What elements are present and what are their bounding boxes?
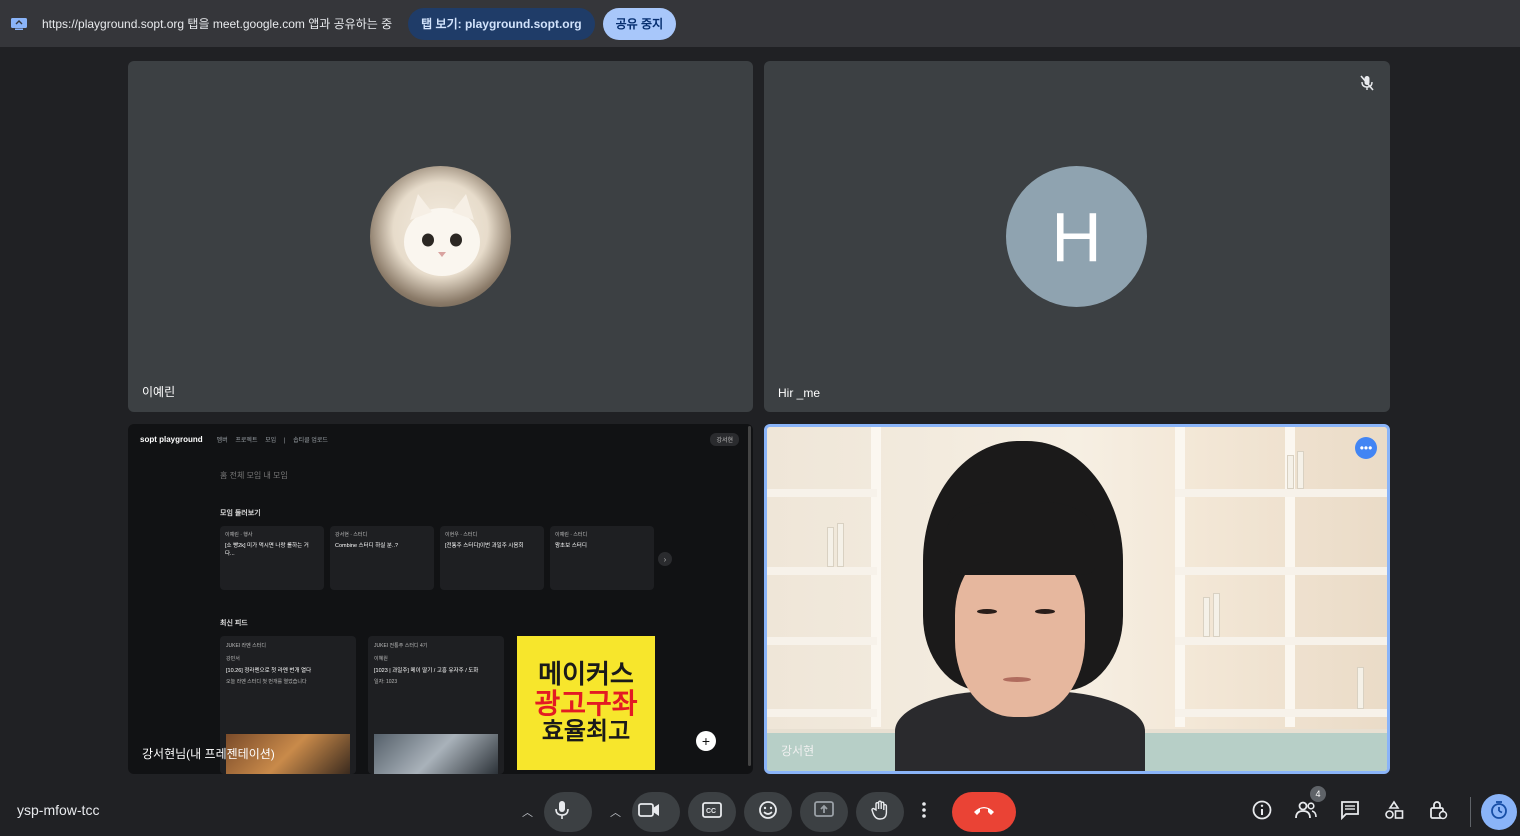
nav-item: 모임 [265, 437, 277, 444]
more-options-button[interactable] [912, 792, 936, 832]
more-dots-icon[interactable]: ••• [1355, 437, 1377, 459]
present-icon [814, 800, 834, 824]
meeting-card: 강서현 · 스터디 Combine 스터디 하실 분..? [330, 526, 434, 590]
chevron-right-icon: › [658, 552, 672, 566]
participant-name: 강서현님(내 프레젠테이션) [142, 747, 275, 761]
mic-icon[interactable] [554, 800, 570, 825]
screen-share-tile[interactable]: sopt playground 멤버 프로젝트 모임 | 솝티클 업로드 강서현… [128, 424, 753, 774]
participant-tile[interactable]: 이예린 [128, 61, 753, 412]
avatar [370, 166, 511, 307]
ad-line: 광고구좌 [534, 687, 638, 721]
timer-icon [1489, 800, 1509, 825]
card-meta: 이예린 · 스터디 [555, 532, 588, 538]
feed-text: 오늘 라멘 스터디 첫 번개를 열었습니다 [226, 679, 307, 685]
chat-button[interactable] [1328, 792, 1372, 832]
screen-share-icon [10, 17, 28, 31]
section-title: 모임 둘러보기 [220, 510, 261, 517]
ad-banner: 메이커스 광고구좌 효율최고 [517, 636, 655, 770]
chevron-up-icon[interactable]: ︿ [610, 804, 621, 820]
card-meta: 강서현 · 스터디 [335, 532, 368, 538]
stop-sharing-button[interactable]: 공유 중지 [602, 7, 677, 40]
card-title: [전통주 스터디]이번 과일주 시음회 [445, 543, 524, 549]
raise-hand-icon [871, 800, 889, 825]
camera-icon[interactable] [638, 802, 660, 823]
participant-count-badge: 4 [1310, 786, 1326, 802]
people-button[interactable]: 4 [1284, 786, 1328, 832]
meeting-card: 이예린 · 행사 [소 빵2k] 미가 먹시면 나랑 롤하는 거 다... [220, 526, 324, 590]
view-tab-button[interactable]: 탭 보기: playground.sopt.org [408, 7, 595, 40]
shared-page-logo: sopt playground [140, 434, 203, 444]
section-title: 최신 피드 [220, 620, 248, 627]
card-meta: 이현우 · 스터디 [445, 532, 478, 538]
activities-icon [1384, 800, 1404, 825]
tab-sharing-bar: https://playground.sopt.org 탭을 meet.goog… [0, 0, 1520, 47]
info-icon [1252, 800, 1272, 825]
present-button[interactable] [800, 792, 848, 832]
feed-image [374, 734, 498, 774]
mic-off-icon [1358, 74, 1376, 92]
scrollbar [748, 426, 751, 766]
feed-card: JUKEI 전통주 스터디 4기 이혜원 [1023 | 과일주] 메이 딸기 … [368, 636, 504, 774]
sharing-status-text: https://playground.sopt.org 탭을 meet.goog… [42, 17, 393, 31]
chevron-up-icon[interactable]: ︿ [522, 804, 533, 820]
shared-page-tabs: 홈 전체 모임 내 모임 [220, 471, 288, 480]
meeting-cards: 이예린 · 행사 [소 빵2k] 미가 먹시면 나랑 롤하는 거 다... 강서현… [220, 526, 654, 590]
participant-tile[interactable]: ••• 강서현 [764, 424, 1390, 774]
avatar: H [1006, 166, 1147, 307]
plus-icon: + [696, 731, 716, 751]
meeting-tools: 4 [1240, 786, 1517, 834]
meeting-code: ysp-mfow-tcc [17, 802, 100, 818]
meeting-details-button[interactable] [1240, 792, 1284, 832]
more-options-icon [922, 801, 926, 823]
nav-item: 프로젝트 [235, 437, 258, 444]
feed-user: 이혜원 [374, 656, 388, 662]
shared-page-nav: 멤버 프로젝트 모임 | 솝티클 업로드 [217, 435, 334, 444]
card-title: Combine 스터디 하실 분..? [335, 543, 399, 549]
nav-item: 솝티클 업로드 [293, 437, 328, 444]
participant-name: Hir _me [778, 386, 821, 400]
emoji-icon [758, 800, 778, 825]
chat-icon [1340, 800, 1360, 825]
camera-control[interactable]: ︿ [600, 792, 680, 832]
mic-control[interactable]: ︿ [512, 792, 592, 832]
participant-video [885, 441, 1145, 771]
meeting-card: 이현우 · 스터디 [전통주 스터디]이번 과일주 시음회 [440, 526, 544, 590]
feed-text: 일자: 1023 [374, 679, 398, 685]
host-controls-icon [1428, 800, 1448, 825]
participant-name: 이예린 [142, 385, 176, 399]
card-meta: 이예린 · 행사 [225, 532, 253, 538]
feed-title: [1023 | 과일주] 메이 딸기 / 고흥 유자주 / 도화 [374, 668, 479, 674]
participant-tile[interactable]: H Hir _me [764, 61, 1390, 412]
feed-group: JUKEI 전통주 스터디 4기 [374, 643, 428, 649]
raise-hand-button[interactable] [856, 792, 904, 832]
people-icon [1295, 801, 1317, 824]
card-title: [소 빵2k] 미가 먹시면 나랑 롤하는 거 다... [225, 543, 309, 557]
shared-page-header: sopt playground 멤버 프로젝트 모임 | 솝티클 업로드 강서현 [128, 424, 753, 454]
timer-button[interactable] [1481, 794, 1517, 830]
activities-button[interactable] [1372, 792, 1416, 832]
svg-text:CC: CC [706, 808, 716, 815]
nav-item: 멤버 [216, 437, 228, 444]
card-title: 왕초보 스터디 [555, 543, 587, 549]
ad-line: 효율최고 [541, 716, 631, 745]
end-call-button[interactable] [952, 792, 1016, 832]
participant-name: 강서현 [781, 744, 815, 758]
captions-button[interactable]: CC [688, 792, 736, 832]
feed-group: JUKEI 라멘 스터디 [226, 643, 266, 649]
meeting-card: 이예린 · 스터디왕초보 스터디 [550, 526, 654, 590]
emoji-button[interactable] [744, 792, 792, 832]
toolbar-divider [1470, 797, 1471, 827]
shared-page-user: 강서현 [710, 433, 739, 446]
feed-user: 강민서 [226, 656, 240, 662]
ad-line: 메이커스 [538, 660, 634, 691]
end-call-icon [972, 803, 996, 821]
call-controls: ︿ ︿ CC [512, 790, 1024, 834]
nav-divider: | [283, 437, 286, 444]
captions-icon: CC [702, 801, 722, 823]
host-controls-button[interactable] [1416, 792, 1460, 832]
feed-title: [10.26] 정라멘으로 첫 라멘 번개 열다 [226, 668, 312, 674]
